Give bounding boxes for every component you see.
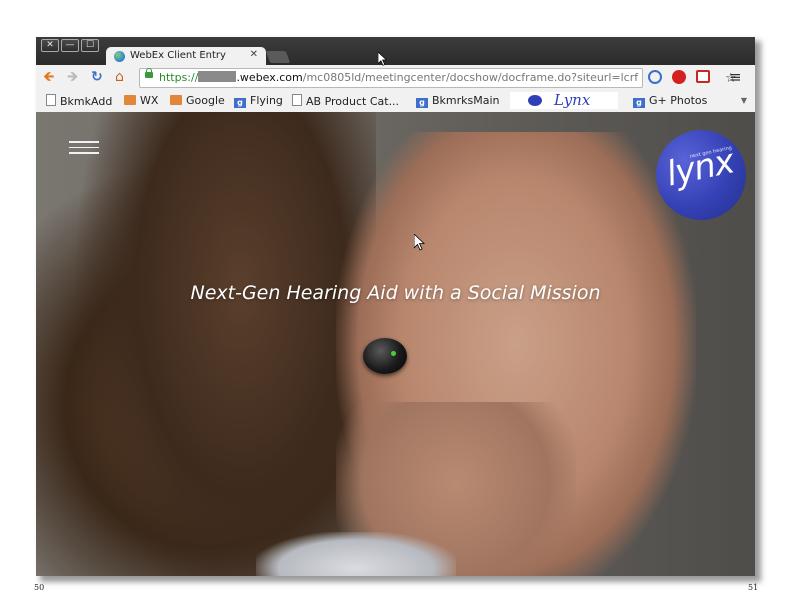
bookmark-bkmrksmain[interactable]: g BkmrksMain: [416, 94, 500, 108]
earbud-led: [391, 351, 396, 356]
adblock-extension-icon[interactable]: [672, 70, 686, 84]
bookmark-google[interactable]: Google: [170, 94, 225, 108]
hero-photo-hair-top: [76, 112, 376, 576]
page-number-left: 50: [34, 583, 45, 592]
hero-photo-shoulder: [256, 532, 456, 576]
address-url: https://.webex.com/mc0805ld/meetingcente…: [159, 71, 639, 84]
bookmark-lynx[interactable]: Lynx: [510, 91, 618, 109]
reload-icon[interactable]: ↻: [91, 69, 103, 85]
mouse-cursor-icon: [377, 51, 388, 71]
browser-window: ✕ — ☐ WebEx Client Entry ✕ 🡸 🡺 ↻ ⌂ https…: [36, 37, 755, 576]
tab-close-icon[interactable]: ✕: [250, 49, 258, 60]
window-minimize-button[interactable]: —: [61, 39, 79, 52]
google-plus-icon: g: [633, 98, 645, 108]
mouse-cursor-icon: [413, 233, 426, 256]
home-icon[interactable]: ⌂: [115, 69, 124, 85]
tab-title: WebEx Client Entry: [130, 50, 226, 61]
hero-section: next gen hearing lynx Next-Gen Hearing A…: [36, 112, 755, 576]
google-plus-icon: g: [234, 98, 246, 108]
bookmark-bkmkadd[interactable]: BkmkAdd: [46, 94, 112, 108]
window-close-button[interactable]: ✕: [41, 39, 59, 52]
window-maximize-button[interactable]: ☐: [81, 39, 99, 52]
gmail-extension-icon[interactable]: [696, 70, 710, 83]
bookmark-g-plus-photos[interactable]: g G+ Photos: [633, 94, 707, 108]
folder-icon: [124, 95, 136, 105]
page-number-right: 51: [748, 583, 759, 592]
tab-webex-client-entry[interactable]: WebEx Client Entry ✕: [106, 47, 266, 66]
globe-icon: [114, 51, 125, 62]
hero-headline: Next-Gen Hearing Aid with a Social Missi…: [190, 282, 601, 304]
forward-arrow-icon[interactable]: 🡺: [67, 69, 78, 85]
title-bar: ✕ — ☐ WebEx Client Entry ✕: [36, 37, 755, 66]
new-tab-button[interactable]: [265, 51, 291, 63]
bookmark-wx[interactable]: WX: [124, 94, 158, 108]
toolbar: 🡸 🡺 ↻ ⌂ https://.webex.com/mc0805ld/meet…: [36, 65, 755, 90]
browser-menu-icon[interactable]: ≡: [729, 69, 742, 85]
lock-icon: [145, 68, 153, 78]
page-icon: [46, 94, 56, 106]
back-arrow-icon[interactable]: 🡸: [43, 69, 54, 85]
hamburger-menu-icon[interactable]: [69, 141, 99, 155]
bookmark-ab-product-cat[interactable]: AB Product Cat...: [292, 94, 399, 108]
address-bar[interactable]: https://.webex.com/mc0805ld/meetingcente…: [139, 68, 737, 88]
page-icon: [292, 94, 302, 106]
redacted-subdomain: [198, 71, 237, 82]
skype-extension-icon[interactable]: [648, 70, 662, 84]
bookmark-flying[interactable]: g Flying: [234, 94, 283, 108]
lynx-icon: [528, 95, 542, 106]
chevron-down-icon[interactable]: ▼: [741, 96, 747, 105]
google-plus-icon: g: [416, 98, 428, 108]
hearing-aid-earbud: [363, 338, 407, 374]
bookmarks-bar: BkmkAdd WX Google g Flying AB Product Cat…: [36, 90, 755, 113]
folder-icon: [170, 95, 182, 105]
